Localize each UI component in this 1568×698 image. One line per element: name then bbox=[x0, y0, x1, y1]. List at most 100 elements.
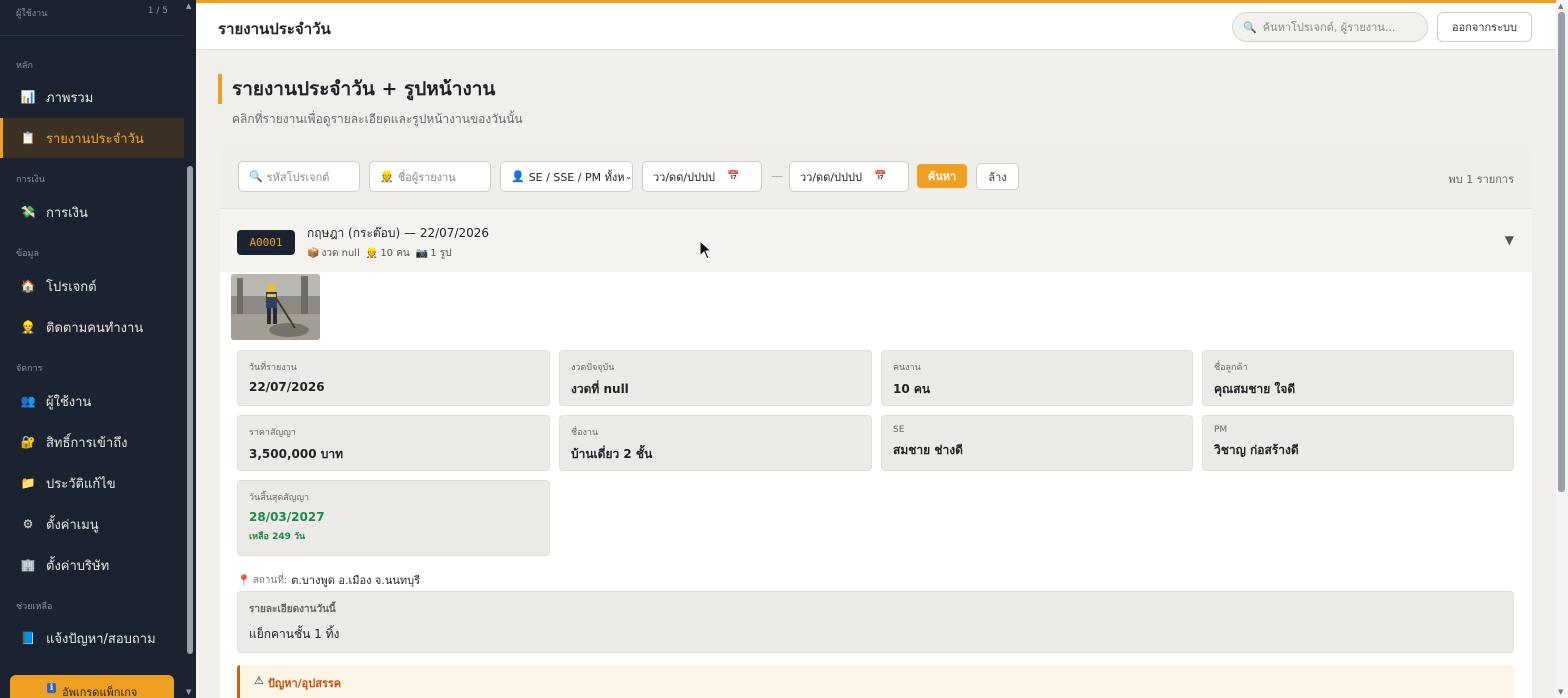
scroll-up-arrow-icon[interactable]: ▲ bbox=[186, 2, 191, 10]
logout-button[interactable]: ออกจากระบบ bbox=[1437, 12, 1532, 42]
date-from-value: วว/ดด/ปปปป bbox=[653, 170, 715, 184]
scroll-down-arrow-icon[interactable]: ▼ bbox=[186, 688, 191, 696]
sidebar-item-worker-tracking[interactable]: 👷 ติดตามคนทำงาน bbox=[0, 307, 184, 347]
search-icon: 🔍 bbox=[1243, 20, 1257, 34]
location-value: ต.บางพูด อ.เมือง จ.นนทบุรี bbox=[291, 574, 421, 587]
search-button[interactable]: ค้นหา bbox=[917, 164, 967, 188]
field-job-name: ชื่องาน บ้านเดี่ยว 2 ชั้น bbox=[559, 415, 872, 471]
project-code-input[interactable]: 🔍 รหัสโปรเจกต์ bbox=[238, 161, 360, 192]
section-data: ข้อมูล bbox=[16, 249, 40, 259]
report-card: 🔍 รหัสโปรเจกต์ 👷 ชื่อผู้รายงาน 👤 SE / SS… bbox=[220, 146, 1532, 698]
section-main: หลัก bbox=[16, 61, 33, 71]
sidebar-item-daily-report[interactable]: 📋 รายงานประจำวัน bbox=[0, 118, 184, 158]
calendar-icon: 📅 bbox=[873, 171, 887, 182]
upgrade-label: อัพเกรดแพ็กเกจ bbox=[62, 686, 138, 698]
detail-value: แย็กคานชั้น 1 ทิ้ง bbox=[249, 627, 340, 641]
section-finance: การเงิน bbox=[16, 175, 45, 185]
site-photo-thumbnail[interactable] bbox=[231, 274, 320, 340]
sidebar-scroll-thumb[interactable] bbox=[187, 166, 193, 654]
meta-installment-text: งวด null bbox=[321, 248, 360, 259]
sidebar-item-label: แจ้งปัญหา/สอบถาม bbox=[46, 631, 156, 647]
worker-icon: 👷 bbox=[365, 248, 379, 259]
upgrade-button[interactable]: ℹ อัพเกรดแพ็กเกจ bbox=[10, 675, 174, 698]
reporter-input[interactable]: 👷 ชื่อผู้รายงาน bbox=[369, 161, 491, 192]
sidebar-item-permissions[interactable]: 🔐 สิทธิ์การเข้าถึง bbox=[0, 422, 184, 462]
field-value: 10 คน bbox=[893, 382, 931, 396]
field-current-installment: งวดปัจจุบัน งวดที่ null bbox=[559, 350, 872, 406]
days-remaining: เหลือ 249 วัน bbox=[249, 532, 306, 542]
worker-icon: 👷 bbox=[20, 320, 36, 334]
field-label: ชื่อลูกค้า bbox=[1214, 363, 1248, 373]
lock-icon: 🔐 bbox=[20, 435, 36, 449]
search-icon: 🔍 bbox=[249, 170, 263, 183]
date-to-input[interactable]: วว/ดด/ปปปป 📅 bbox=[789, 161, 909, 192]
today-detail-box: รายละเอียดงานวันนี้ แย็กคานชั้น 1 ทิ้ง bbox=[237, 591, 1514, 653]
sidebar-item-label: ติดตามคนทำงาน bbox=[46, 320, 144, 336]
clear-button[interactable]: ล้าง bbox=[976, 163, 1019, 190]
collapse-caret-icon[interactable]: ▼ bbox=[1505, 233, 1514, 247]
users-icon: 👥 bbox=[20, 394, 36, 408]
scroll-up-arrow-icon[interactable]: ▲ bbox=[1558, 2, 1563, 10]
sidebar-item-label: การเงิน bbox=[46, 205, 88, 221]
project-code-placeholder: รหัสโปรเจกต์ bbox=[266, 170, 330, 184]
page-scrollbar[interactable]: ▲ ▼ bbox=[1556, 0, 1568, 698]
sidebar-scrollbar[interactable]: ▲ ▼ bbox=[184, 0, 196, 698]
mouse-cursor-icon bbox=[699, 240, 713, 260]
meta-workers-text: 10 คน bbox=[380, 248, 410, 259]
field-value: งวดที่ null bbox=[571, 382, 629, 396]
location-line: 📍 สถานที่: ต.บางพูด อ.เมือง จ.นนทบุรี bbox=[237, 571, 420, 589]
project-code-badge: A0001 bbox=[237, 230, 295, 255]
sidebar-item-overview[interactable]: 📊 ภาพรวม bbox=[0, 77, 184, 117]
building-icon: 🏢 bbox=[20, 558, 36, 572]
sidebar-item-history[interactable]: 📁 ประวัติแก้ไข bbox=[0, 463, 184, 503]
house-icon: 🏠 bbox=[20, 279, 36, 293]
sidebar-item-projects[interactable]: 🏠 โปรเจกต์ bbox=[0, 266, 184, 306]
folder-icon: 📁 bbox=[20, 476, 36, 490]
topbar: รายงานประจำวัน 🔍 ค้นหาโปรเจกต์, ผู้รายงา… bbox=[196, 0, 1556, 50]
user-count-label: ผู้ใช้งาน bbox=[16, 9, 48, 19]
scroll-down-arrow-icon[interactable]: ▼ bbox=[1558, 688, 1563, 696]
date-from-input[interactable]: วว/ดด/ปปปป 📅 bbox=[642, 161, 762, 192]
sidebar-item-support[interactable]: 📘 แจ้งปัญหา/สอบถาม bbox=[0, 618, 184, 658]
field-value: คุณสมชาย ใจดี bbox=[1214, 382, 1296, 396]
box-icon: 📦 bbox=[307, 248, 320, 259]
info-icon: ℹ bbox=[46, 683, 57, 693]
field-contract-end: วันสิ้นสุดสัญญา 28/03/2027 เหลือ 249 วัน bbox=[237, 480, 550, 556]
field-label: PM bbox=[1214, 425, 1228, 435]
calendar-icon: 📅 bbox=[726, 171, 740, 182]
role-select[interactable]: 👤 SE / SSE / PM ทั้งห ⌄ bbox=[500, 161, 633, 192]
sidebar-item-label: ภาพรวม bbox=[46, 90, 94, 106]
field-value: วิชาญ ก่อสร้างดี bbox=[1214, 443, 1299, 457]
sidebar-item-users[interactable]: 👥 ผู้ใช้งาน bbox=[0, 381, 184, 421]
sidebar-item-finance[interactable]: 💸 การเงิน bbox=[0, 192, 184, 232]
field-pm: PM วิชาญ ก่อสร้างดี bbox=[1202, 415, 1514, 471]
sidebar-item-label: สิทธิ์การเข้าถึง bbox=[46, 435, 128, 451]
meta-photos-text: 1 รูป bbox=[430, 248, 452, 259]
page-scroll-thumb[interactable] bbox=[1558, 12, 1565, 492]
field-label: คนงาน bbox=[893, 363, 921, 373]
field-label: วันสิ้นสุดสัญญา bbox=[249, 493, 310, 503]
field-label: งวดปัจจุบัน bbox=[571, 363, 615, 373]
sidebar-item-label: ตั้งค่าเมนู bbox=[46, 517, 99, 533]
sidebar: ผู้ใช้งาน 1 / 5 หลัก 📊 ภาพรวม 📋 รายงานปร… bbox=[0, 0, 184, 698]
report-row-header[interactable]: A0001 กฤษฎา (กระต๊อบ) — 22/07/2026 📦 งวด … bbox=[220, 208, 1532, 272]
camera-icon: 📷 bbox=[415, 248, 429, 259]
warning-icon: ⚠ bbox=[254, 674, 264, 687]
field-value: 3,500,000 บาท bbox=[249, 447, 344, 461]
sidebar-item-menu-settings[interactable]: ⚙ ตั้งค่าเมนู bbox=[0, 504, 184, 544]
meta-workers: 👷 10 คน bbox=[366, 246, 410, 261]
sidebar-item-company-settings[interactable]: 🏢 ตั้งค่าบริษัท bbox=[0, 545, 184, 585]
field-label: วันที่รายงาน bbox=[249, 363, 297, 373]
chevron-down-icon: ⌄ bbox=[625, 172, 632, 181]
money-icon: 💸 bbox=[20, 205, 36, 219]
section-help: ช่วยเหลือ bbox=[16, 602, 53, 612]
sidebar-item-label: โปรเจกต์ bbox=[46, 279, 97, 295]
field-value: 28/03/2027 bbox=[249, 510, 325, 524]
reporter-placeholder: ชื่อผู้รายงาน bbox=[397, 170, 456, 184]
global-search-input[interactable]: 🔍 ค้นหาโปรเจกต์, ผู้รายงาน... bbox=[1232, 12, 1428, 42]
date-to-value: วว/ดด/ปปปป bbox=[800, 170, 862, 184]
sidebar-item-label: ตั้งค่าบริษัท bbox=[46, 558, 110, 574]
field-value: บ้านเดี่ยว 2 ชั้น bbox=[571, 447, 653, 461]
user-count-value: 1 / 5 bbox=[147, 6, 168, 16]
field-label: ชื่องาน bbox=[571, 428, 599, 438]
